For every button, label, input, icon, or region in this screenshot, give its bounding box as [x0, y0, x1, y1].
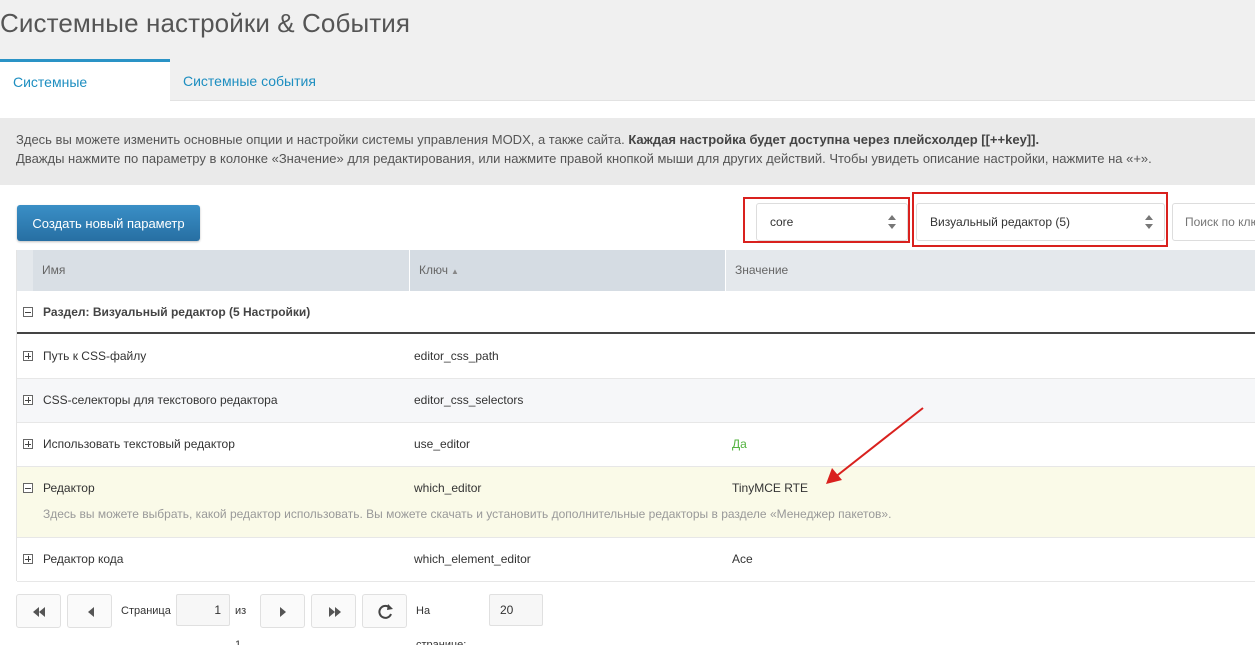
- settings-grid: Имя Ключ ▲ Значение Раздел: Визуальный ре…: [16, 250, 1255, 582]
- expand-icon[interactable]: [23, 439, 33, 449]
- tab-system-settings[interactable]: Системные настройки: [0, 59, 170, 130]
- chevron-right-icon: [280, 607, 286, 617]
- refresh-icon: [378, 604, 393, 619]
- first-page-button[interactable]: [16, 594, 61, 628]
- intro-line1-bold: Каждая настройка будет доступна через пл…: [628, 132, 1040, 147]
- group-label: Раздел: Визуальный редактор (5 Настройки…: [43, 305, 311, 319]
- collapse-icon[interactable]: [23, 483, 33, 493]
- chevron-left-icon: [88, 607, 94, 617]
- setting-name: Редактор: [43, 481, 95, 495]
- namespace-select[interactable]: core: [756, 203, 908, 241]
- setting-name: Использовать текстовый редактор: [43, 437, 235, 451]
- tab-bar: Системные настройки Системные события: [0, 59, 1255, 130]
- expand-icon[interactable]: [23, 395, 33, 405]
- setting-name: Путь к CSS-файлу: [43, 349, 147, 363]
- setting-key: editor_css_path: [414, 349, 499, 363]
- grid-header: Имя Ключ ▲ Значение: [17, 250, 1255, 291]
- annotation-arrow-icon: [826, 407, 924, 484]
- page-label: Страница: [121, 605, 171, 617]
- setting-key: which_editor: [414, 481, 482, 495]
- setting-key: which_element_editor: [414, 552, 531, 566]
- setting-value[interactable]: TinyMCE RTE: [732, 467, 808, 510]
- namespace-select-value: core: [770, 215, 794, 229]
- setting-name: Редактор кода: [43, 552, 124, 566]
- setting-value[interactable]: Ace: [732, 538, 753, 581]
- settings-panel: Здесь вы можете изменить основные опции …: [0, 101, 1255, 645]
- search-input[interactable]: [1172, 203, 1255, 241]
- setting-key: use_editor: [414, 437, 471, 451]
- column-header-value[interactable]: Значение: [726, 250, 1255, 291]
- page-title: Системные настройки & События: [0, 8, 411, 38]
- setting-name: CSS-селекторы для текстового редактора: [43, 393, 278, 407]
- tab-system-events[interactable]: Системные события: [170, 59, 329, 102]
- intro-line2: Дважды нажмите по параметру в колонке «З…: [16, 151, 1152, 166]
- refresh-button[interactable]: [362, 594, 407, 628]
- table-row[interactable]: Использовать текстовый редактор use_edit…: [17, 423, 1255, 467]
- double-chevron-left-icon: [33, 607, 45, 617]
- setting-key: editor_css_selectors: [414, 393, 524, 407]
- select-arrows-icon: [888, 215, 896, 229]
- per-page-label: На странице:: [416, 605, 467, 645]
- last-page-button[interactable]: [311, 594, 356, 628]
- collapse-icon[interactable]: [23, 307, 33, 317]
- select-arrows-icon: [1145, 215, 1153, 229]
- sort-asc-icon: ▲: [450, 267, 459, 276]
- create-setting-button[interactable]: Создать новый параметр: [17, 205, 200, 241]
- per-page-input[interactable]: [489, 594, 543, 626]
- table-row[interactable]: Путь к CSS-файлу editor_css_path: [17, 335, 1255, 379]
- next-page-button[interactable]: [260, 594, 305, 628]
- page-number-input[interactable]: [176, 594, 230, 626]
- intro-line1: Здесь вы можете изменить основные опции …: [16, 132, 629, 147]
- table-row[interactable]: CSS-селекторы для текстового редактора e…: [17, 379, 1255, 423]
- page-of-label: из 1: [235, 605, 247, 645]
- expand-icon[interactable]: [23, 554, 33, 564]
- table-row[interactable]: Редактор кода which_element_editor Ace: [17, 538, 1255, 582]
- table-row-selected[interactable]: Редактор which_editor TinyMCE RTE Здесь …: [17, 467, 1255, 538]
- column-header-key[interactable]: Ключ ▲: [409, 250, 726, 291]
- group-row-visual-editor[interactable]: Раздел: Визуальный редактор (5 Настройки…: [17, 291, 1255, 334]
- prev-page-button[interactable]: [67, 594, 112, 628]
- intro-description: Здесь вы можете изменить основные опции …: [0, 118, 1255, 185]
- area-select-value: Визуальный редактор (5): [930, 215, 1071, 229]
- setting-description: Здесь вы можете выбрать, какой редактор …: [43, 507, 892, 521]
- column-header-name[interactable]: Имя: [33, 250, 409, 291]
- area-select[interactable]: Визуальный редактор (5): [916, 203, 1165, 241]
- expand-icon[interactable]: [23, 351, 33, 361]
- setting-value[interactable]: Да: [732, 423, 747, 466]
- double-chevron-right-icon: [329, 607, 341, 617]
